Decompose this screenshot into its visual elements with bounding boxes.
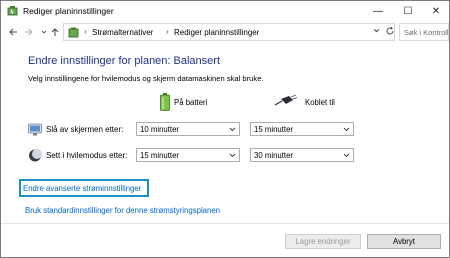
up-button[interactable] [49,25,61,39]
breadcrumb-separator: › [166,27,169,36]
select-value: 30 minutter [254,151,294,160]
window: Rediger planinnstillinger — ☐ ✕ › Strøma… [0,0,450,258]
chevron-down-icon [343,124,350,136]
cancel-button[interactable]: Avbryt [367,234,441,249]
power-options-icon [68,27,79,38]
breadcrumb-item-edit-plan[interactable]: Rediger planinnstillinger [174,28,259,37]
minimize-button[interactable]: — [363,1,393,21]
window-title: Rediger planinnstillinger [23,6,114,16]
sleep-battery-select[interactable]: 15 minutter [136,148,240,162]
search-box[interactable]: Søk i Kontrollpanel [399,23,449,41]
maximize-icon: ☐ [403,5,413,17]
minimize-icon: — [373,5,383,17]
forward-button[interactable] [23,25,35,39]
advanced-settings-link[interactable]: Endre avanserte strøminnstillinger [19,179,149,197]
power-options-icon [7,6,18,16]
moon-icon [29,149,42,162]
column-label-plugged-in: Koblet til [305,98,335,107]
close-icon: ✕ [431,5,441,17]
arrow-right-icon [25,28,33,36]
display-off-plugged-select[interactable]: 15 minutter [250,122,354,136]
refresh-icon[interactable] [385,26,395,39]
chevron-down-icon [229,150,236,162]
back-button[interactable] [7,25,19,39]
column-label-battery: På batteri [174,98,208,107]
arrow-up-icon [51,28,59,36]
battery-icon [160,93,170,111]
restore-defaults-link[interactable]: Bruk standardinnstillinger for denne str… [25,206,220,215]
navigation-bar: › Strømalternativer › Rediger planinnsti… [1,21,449,43]
chevron-down-icon [229,124,236,136]
select-value: 10 minutter [140,125,180,134]
close-button[interactable]: ✕ [421,1,450,21]
chevron-down-icon [343,150,350,162]
search-input[interactable]: Søk i Kontrollpanel [404,28,448,37]
save-changes-button[interactable]: Lagre endringer [285,234,361,249]
setting-label-sleep: Sett i hvilemodus etter: [46,151,128,160]
monitor-icon [28,123,42,136]
page-subtitle: Velg innstillingene for hvilemodus og sk… [28,74,264,83]
select-value: 15 minutter [254,125,294,134]
title-bar: Rediger planinnstillinger — ☐ ✕ [1,1,449,21]
breadcrumb-separator: › [84,27,87,36]
breadcrumb-item-power-options[interactable]: Strømalternativer [92,28,153,37]
footer: Lagre endringer Avbryt [1,223,449,257]
select-value: 15 minutter [140,151,180,160]
power-plug-icon [274,95,297,106]
page-title: Endre innstillinger for planen: Balanser… [28,55,221,67]
address-bar[interactable]: › Strømalternativer › Rediger planinnsti… [63,23,395,41]
arrow-left-icon [9,28,17,36]
chevron-down-icon [41,30,47,34]
display-off-battery-select[interactable]: 10 minutter [136,122,240,136]
maximize-button[interactable]: ☐ [393,1,423,21]
sleep-plugged-select[interactable]: 30 minutter [250,148,354,162]
address-dropdown-icon[interactable] [373,27,380,36]
setting-label-display-off: Slå av skjermen etter: [46,125,124,134]
